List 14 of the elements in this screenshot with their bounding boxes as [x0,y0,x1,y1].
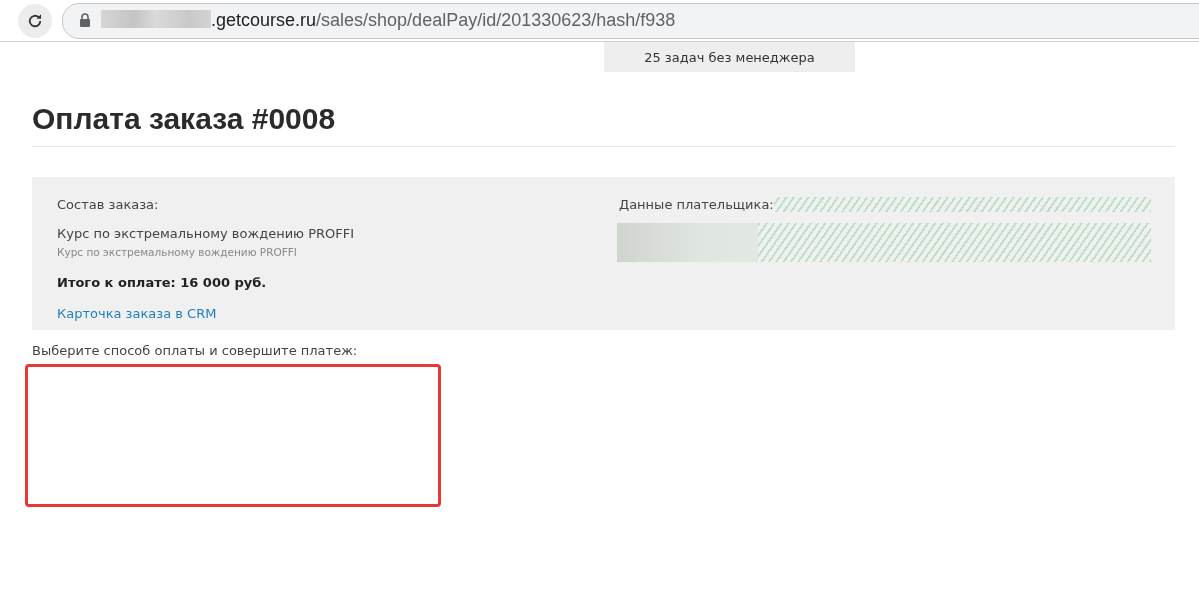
item-name: Курс по экстремальному вождению PROFFI [57,226,356,241]
url-path: /sales/shop/dealPay/id/201330623/hash/f938 [316,10,676,31]
payment-prompt: Выберите способ оплаты и совершите платеж: [32,343,359,358]
order-total: Итого к оплате: 16 000 руб. [57,275,268,290]
item-description: Курс по экстремальному вождению PROFFI [57,246,298,258]
page-title: Оплата заказа #0008 [32,102,1175,147]
order-heading: Состав заказа: [57,197,160,212]
crm-link[interactable]: Карточка заказа в CRM [57,306,619,321]
tasks-tab[interactable]: 25 задач без менеджера [604,42,855,72]
address-bar[interactable]: .getcourse.ru/sales/shop/dealPay/id/201330623/hash/f938 [62,2,1199,39]
payer-heading: Данные плательщика: [619,197,774,212]
url-host: .getcourse.ru [211,10,317,31]
lock-icon [79,13,91,28]
reload-button[interactable] [18,3,52,38]
